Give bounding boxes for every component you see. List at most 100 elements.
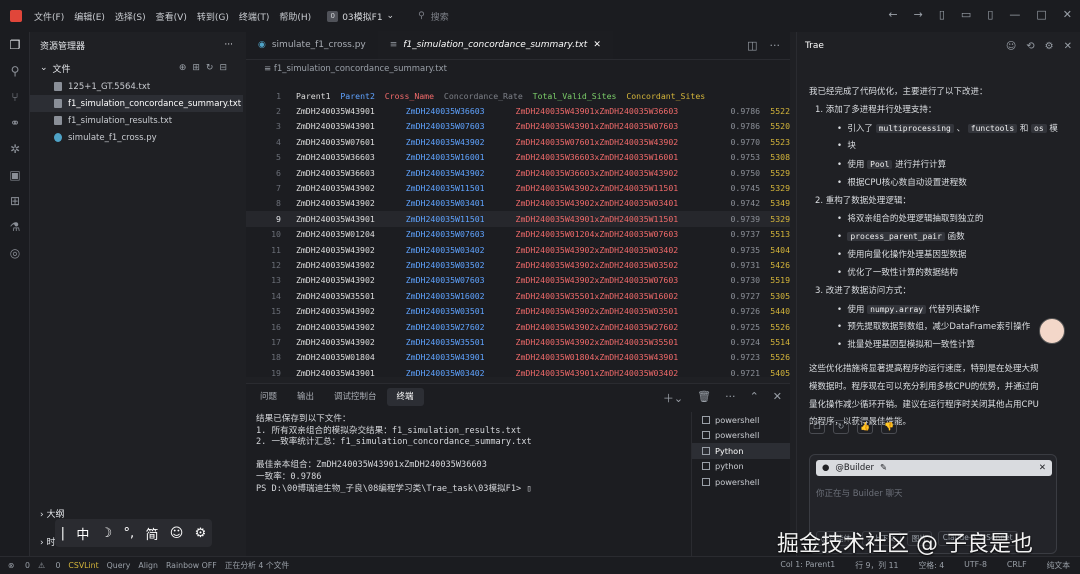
menu-view[interactable]: 查看(V) xyxy=(156,10,187,23)
ime-simplified-button[interactable]: 简 xyxy=(145,524,158,543)
wrench-icon[interactable]: ✎ xyxy=(880,463,887,473)
retry-icon[interactable]: ↻ xyxy=(833,420,849,434)
tab-simulate-f1-cross[interactable]: ◉ simulate_f1_cross.py xyxy=(246,31,378,59)
file-actions-icon[interactable]: ⊕⊞↻⊟ xyxy=(179,63,233,73)
back-icon[interactable]: ← xyxy=(888,8,897,21)
preview-icon[interactable]: ▣ xyxy=(0,162,30,188)
avatar[interactable] xyxy=(1039,318,1065,344)
trash-icon[interactable]: 🗑 xyxy=(697,390,711,406)
gear-icon[interactable]: ⚙ xyxy=(195,526,207,541)
tab-concordance-summary[interactable]: ≡ f1_simulation_concordance_summary.txt ✕ xyxy=(377,31,613,59)
remote-icon[interactable]: ⚭ xyxy=(0,110,30,136)
cell-cross-name: ZmDH240035W01804xZmDH240035W43901 xyxy=(515,352,679,363)
column-status[interactable]: Col 1: Parent1 xyxy=(780,560,835,571)
cell-concordance-rate: 0.9726 xyxy=(730,306,761,317)
menu-select[interactable]: 选择(S) xyxy=(115,10,146,23)
explorer-icon[interactable]: ❐ xyxy=(0,32,30,58)
menu-goto[interactable]: 转到(G) xyxy=(197,10,229,23)
files-section-header[interactable]: ⌄ 文件 ⊕⊞↻⊟ xyxy=(30,58,243,78)
close-icon[interactable]: ✕ xyxy=(773,390,782,406)
encoding-status[interactable]: UTF-8 xyxy=(964,560,987,571)
minimize-icon[interactable]: — xyxy=(1009,8,1020,21)
builder-chip[interactable]: ● @Builder ✎ ✕ xyxy=(816,460,1052,476)
more-icon[interactable]: ··· xyxy=(770,39,781,52)
rainbow-status[interactable]: Rainbow OFF xyxy=(166,561,217,570)
close-icon[interactable]: ✕ xyxy=(1039,463,1046,473)
close-icon[interactable]: ✕ xyxy=(593,40,601,50)
file-item[interactable]: simulate_f1_cross.py xyxy=(30,129,243,146)
testing-icon[interactable]: ⚗ xyxy=(0,214,30,240)
tab-output[interactable]: 输出 xyxy=(287,388,324,406)
cell-parent1: ZmDH240035W36603 xyxy=(295,152,375,163)
align-status[interactable]: Align xyxy=(138,561,158,570)
copy-icon[interactable]: ❐ xyxy=(809,420,825,434)
cell-concordance-rate: 0.9786 xyxy=(730,121,761,132)
code-view[interactable]: 1 Parent1 Parent2 Cross_Name Concordance_… xyxy=(246,88,790,377)
search-box[interactable]: ⚲ 搜索 xyxy=(418,10,449,23)
terminal-line: 最佳亲本组合：ZmDH240035W43901xZmDH240035W36603 xyxy=(256,460,487,471)
cell-cross-name: ZmDH240035W43902xZmDH240035W27602 xyxy=(515,321,679,332)
search-view-icon[interactable]: ⚲ xyxy=(0,58,30,84)
menu-help[interactable]: 帮助(H) xyxy=(279,10,311,23)
file-item[interactable]: 125+1_GT.5564.txt xyxy=(30,78,243,95)
more-icon[interactable]: ··· xyxy=(224,40,233,50)
menu-edit[interactable]: 编辑(E) xyxy=(74,10,105,23)
file-item[interactable]: f1_simulation_results.txt xyxy=(30,112,243,129)
terminal-instance[interactable]: powershell xyxy=(692,412,790,428)
more-icon[interactable]: ··· xyxy=(725,390,736,406)
close-icon[interactable]: ✕ xyxy=(1063,8,1072,21)
emoji-icon[interactable]: ☺ xyxy=(170,526,184,541)
history-icon[interactable]: ⟲ xyxy=(1026,41,1034,52)
terminal-instance[interactable]: powershell xyxy=(692,474,790,490)
menu-terminal[interactable]: 终端(T) xyxy=(239,10,270,23)
ai-icon[interactable]: ◎ xyxy=(0,240,30,266)
extensions-icon[interactable]: ⊞ xyxy=(0,188,30,214)
terminal-instance[interactable]: python xyxy=(692,459,790,475)
maximize-panel-icon[interactable]: ⌃ xyxy=(750,390,759,406)
eol-status[interactable]: CRLF xyxy=(1007,560,1027,571)
error-count[interactable]: ⊗ 0 xyxy=(8,561,30,570)
csvlint-status[interactable]: CSVLint xyxy=(68,561,98,570)
breadcrumb-file[interactable]: f1_simulation_concordance_summary.txt xyxy=(274,64,447,74)
punctuation-icon[interactable]: °, xyxy=(124,526,135,541)
chat-header: Trae ☺ ⟲ ⚙ ✕ xyxy=(797,32,1080,60)
cell-concordance-rate: 0.9721 xyxy=(730,367,761,377)
text-file-icon xyxy=(54,82,62,91)
query-status[interactable]: Query xyxy=(107,561,131,570)
ime-mode-button[interactable]: 中 xyxy=(76,524,89,543)
close-icon[interactable]: ✕ xyxy=(1064,41,1072,52)
language-status[interactable]: 纯文本 xyxy=(1047,560,1070,571)
terminal-output[interactable]: 结果已保存到以下文件： 1. 所有双亲组合的模拟杂交结果：f1_simulatio… xyxy=(256,414,686,495)
indent-status[interactable]: 空格: 4 xyxy=(919,560,945,571)
source-control-icon[interactable]: ⑂ xyxy=(0,84,30,110)
forward-icon[interactable]: → xyxy=(914,8,923,21)
tab-problems[interactable]: 问题 xyxy=(250,388,287,406)
cursor-position[interactable]: 行 9，列 11 xyxy=(855,560,898,571)
chat-line: • 使用 Pool 进行并行计算 xyxy=(837,160,947,171)
cell-concordance-rate: 0.9727 xyxy=(730,290,761,301)
agent-icon[interactable]: ☺ xyxy=(1006,41,1016,52)
thumbs-down-icon[interactable]: 👎 xyxy=(881,420,897,434)
thumbs-up-icon[interactable]: 👍 xyxy=(857,420,873,434)
gear-icon[interactable]: ⚙ xyxy=(1045,41,1054,52)
tab-debug-console[interactable]: 调试控制台 xyxy=(324,388,387,406)
add-terminal-icon[interactable]: ＋⌄ xyxy=(663,390,683,406)
terminal-instance[interactable]: powershell xyxy=(692,428,790,444)
warning-count[interactable]: ⚠ 0 xyxy=(38,561,60,570)
tab-terminal[interactable]: 终端 xyxy=(386,388,424,406)
line-number: 7 xyxy=(276,183,281,194)
maximize-icon[interactable]: □ xyxy=(1036,8,1046,21)
layout-panel-icon[interactable]: ▭ xyxy=(961,8,971,21)
layout-sidebar-icon[interactable]: ▯ xyxy=(939,8,945,21)
chat-line: • process_parent_pair 函数 xyxy=(837,232,965,243)
project-switcher[interactable]: 0 03模拟F1 ⌄ xyxy=(327,10,394,23)
moon-icon[interactable]: ☽ xyxy=(101,526,113,541)
menu-file[interactable]: 文件(F) xyxy=(34,10,64,23)
cell-concordance-rate: 0.9770 xyxy=(730,136,761,147)
code-line: 18 ZmDH240035W01804 ZmDH240035W43901 ZmDH24… xyxy=(246,350,790,365)
layout-right-icon[interactable]: ▯ xyxy=(987,8,993,21)
terminal-instance[interactable]: Python xyxy=(692,443,790,459)
debug-icon[interactable]: ✲ xyxy=(0,136,30,162)
split-editor-icon[interactable]: ◫ xyxy=(747,39,757,52)
file-item[interactable]: f1_simulation_concordance_summary.txt xyxy=(30,95,243,112)
